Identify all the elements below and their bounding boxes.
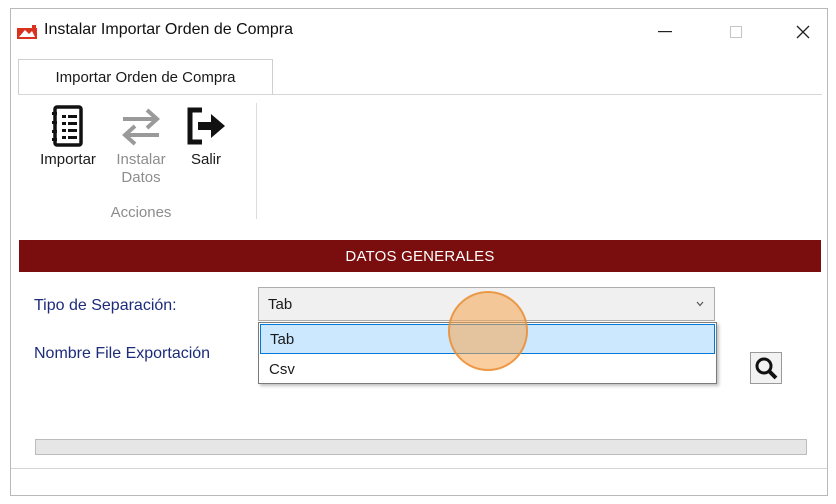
separation-type-select[interactable]: Tab [258, 287, 715, 321]
swap-arrows-icon [122, 108, 160, 146]
app-window: Instalar Importar Orden de Compra Import… [10, 8, 828, 496]
dropdown-option-tab[interactable]: Tab [260, 324, 715, 354]
separation-selected-value: Tab [268, 295, 293, 313]
title-bar: Instalar Importar Orden de Compra [11, 9, 827, 55]
install-data-button[interactable]: Instalar Datos [108, 105, 174, 187]
ribbon-group-separator [256, 103, 257, 219]
notebook-icon [52, 105, 83, 147]
install-label-line1: Instalar [116, 151, 166, 168]
search-button[interactable] [750, 352, 782, 384]
install-label-line2: Datos [121, 169, 161, 186]
progress-bar [35, 439, 807, 455]
close-button[interactable] [781, 15, 825, 49]
ribbon-group-label: Acciones [110, 204, 172, 221]
dropdown-option-csv[interactable]: Csv [260, 354, 715, 384]
status-bar-divider [11, 468, 827, 469]
ribbon-tab-divider [18, 94, 822, 95]
maximize-icon [730, 26, 742, 38]
import-label: Importar [40, 151, 96, 168]
section-header: DATOS GENERALES [19, 240, 821, 272]
tab-importar-orden[interactable]: Importar Orden de Compra [18, 59, 273, 95]
chevron-down-icon [696, 301, 704, 307]
search-icon [755, 357, 778, 380]
exit-icon [187, 107, 225, 145]
exit-button[interactable]: Salir [178, 105, 234, 169]
close-icon [796, 25, 810, 39]
export-file-label: Nombre File Exportación [34, 345, 211, 362]
import-button[interactable]: Importar [31, 105, 105, 169]
separation-dropdown-list: Tab Csv [258, 322, 717, 384]
window-title: Instalar Importar Orden de Compra [44, 21, 293, 38]
separation-type-label: Tipo de Separación: [34, 297, 177, 314]
minimize-button[interactable] [643, 15, 687, 49]
app-icon [17, 25, 37, 39]
maximize-button[interactable] [714, 15, 758, 49]
minimize-icon [658, 31, 672, 33]
exit-label: Salir [190, 151, 221, 168]
